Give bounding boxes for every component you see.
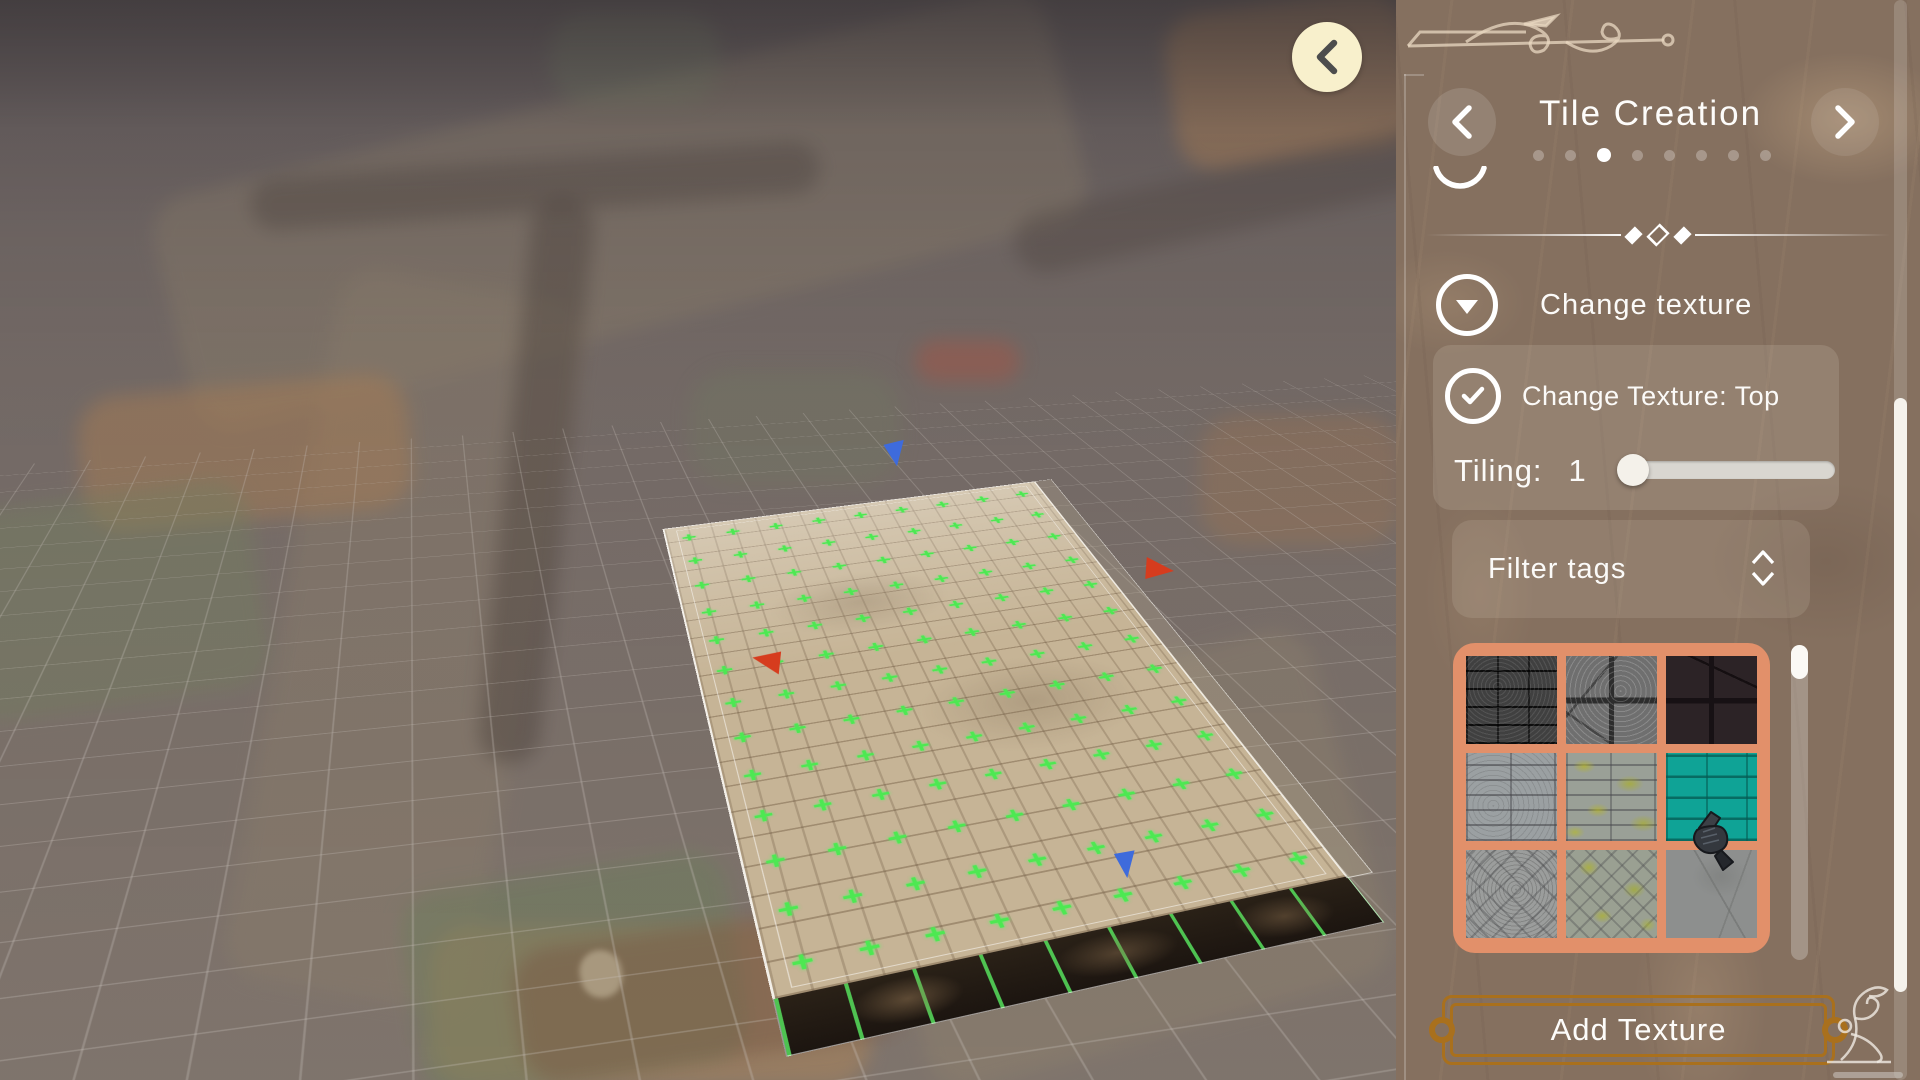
- expand-collapse-icon: [1746, 548, 1780, 588]
- button-medallion-icon: [1429, 1017, 1455, 1043]
- panel-frame-line: [1404, 74, 1406, 1080]
- scrolled-button-arc: [1433, 166, 1487, 196]
- pager-dot-2[interactable]: [1565, 150, 1576, 161]
- texture-dark-stone-tiles[interactable]: [1666, 656, 1757, 744]
- panel-next-button[interactable]: [1811, 88, 1879, 156]
- texture-gray-cobblestone[interactable]: [1466, 850, 1557, 938]
- texture-teal-stone-bricks[interactable]: [1666, 753, 1757, 841]
- panel-scrollbar[interactable]: [1894, 0, 1907, 1080]
- tiling-label: Tiling:: [1454, 453, 1543, 489]
- panel-title: Tile Creation: [1486, 94, 1815, 134]
- check-icon: [1460, 385, 1486, 407]
- texture-mossy-stone-planks[interactable]: [1566, 753, 1657, 841]
- collapse-circle-icon[interactable]: [1436, 274, 1498, 336]
- triangle-down-icon: [1456, 300, 1478, 314]
- tiling-slider-track[interactable]: [1619, 461, 1835, 479]
- pager-dot-1[interactable]: [1533, 150, 1544, 161]
- panel-scrollbar-thumb[interactable]: [1894, 398, 1907, 992]
- resize-handle-red-right[interactable]: [1145, 557, 1174, 581]
- divider-diamond-icon: [1624, 226, 1642, 244]
- tiling-row: Tiling: 1: [1454, 453, 1586, 489]
- app-window: ++++++++++++++++++++++++++++++++++++++++…: [0, 0, 1920, 1080]
- pager-dot-7[interactable]: [1728, 150, 1739, 161]
- add-texture-label: Add Texture: [1551, 1012, 1727, 1048]
- texture-gray-concrete[interactable]: [1666, 850, 1757, 938]
- chevron-left-icon: [1308, 35, 1346, 79]
- pager-dots: [1396, 148, 1908, 162]
- section-divider: [1426, 222, 1890, 248]
- texture-gray-stone-planks[interactable]: [1466, 753, 1557, 841]
- texture-cracked-stone-tiles[interactable]: [1566, 656, 1657, 744]
- texture-grid-scrollbar[interactable]: [1791, 645, 1808, 960]
- map-viewport[interactable]: ++++++++++++++++++++++++++++++++++++++++…: [0, 0, 1396, 1080]
- chevron-left-icon: [1447, 103, 1477, 141]
- filter-tags-label: Filter tags: [1488, 553, 1626, 586]
- tiling-slider-knob[interactable]: [1617, 454, 1649, 486]
- resize-handle-blue-bottom[interactable]: [1114, 850, 1139, 879]
- check-circle-icon[interactable]: [1445, 368, 1501, 424]
- texture-grid-container: [1453, 643, 1770, 953]
- flourish-ornament-icon: [1406, 6, 1706, 66]
- change-texture-top-toggle[interactable]: Change Texture: Top: [1445, 368, 1780, 424]
- pager-dot-4[interactable]: [1632, 150, 1643, 161]
- texture-grid: [1466, 656, 1757, 938]
- divider-diamond-icon: [1646, 223, 1669, 246]
- change-texture-label: Change texture: [1540, 289, 1752, 322]
- change-texture-top-label: Change Texture: Top: [1522, 381, 1780, 412]
- texture-dark-brick-wall[interactable]: [1466, 656, 1557, 744]
- tiling-value: 1: [1569, 453, 1586, 489]
- divider-diamond-icon: [1673, 226, 1691, 244]
- pager-dot-8[interactable]: [1760, 150, 1771, 161]
- texture-settings-box: Change Texture: Top Tiling: 1: [1433, 345, 1839, 510]
- resize-handle-red-left[interactable]: [751, 649, 781, 675]
- pager-dot-5[interactable]: [1664, 150, 1675, 161]
- back-button[interactable]: [1292, 22, 1362, 92]
- pager-dot-3[interactable]: [1597, 148, 1611, 162]
- bottom-decoration-bar: [1833, 1072, 1903, 1078]
- change-texture-section-toggle[interactable]: Change texture: [1436, 272, 1752, 338]
- flourish-leaf-icon: [1821, 982, 1917, 1074]
- pager-dot-6[interactable]: [1696, 150, 1707, 161]
- texture-mossy-cobblestone[interactable]: [1566, 850, 1657, 938]
- tile-creation-panel: Tile Creation Change texture: [1396, 0, 1920, 1080]
- add-texture-button[interactable]: Add Texture: [1442, 995, 1835, 1065]
- chevron-right-icon: [1830, 103, 1860, 141]
- filter-tags-dropdown[interactable]: Filter tags: [1452, 520, 1810, 618]
- texture-grid-scrollbar-thumb[interactable]: [1791, 645, 1808, 679]
